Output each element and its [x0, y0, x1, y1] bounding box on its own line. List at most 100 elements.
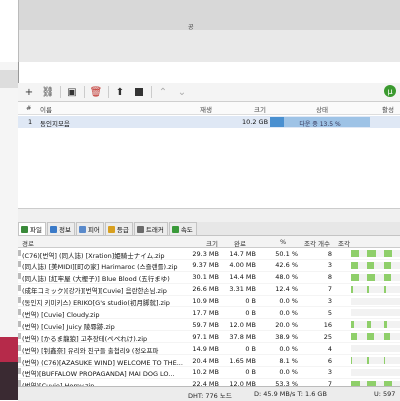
file-icon [18, 285, 21, 292]
blurred-background [0, 0, 400, 30]
file-pct: 42.6 % [275, 261, 298, 270]
piece-segment [351, 261, 358, 269]
piece-segment [367, 261, 375, 269]
file-row[interactable]: (번역) [かるま龍狼] 고추장테(ぺぺれけ).zip 97.1 MB 37.8 M… [18, 331, 400, 344]
tab-4[interactable]: 트래커 [133, 222, 168, 235]
col-pieces[interactable]: 조각 개수 [304, 238, 330, 248]
tab-icon [136, 225, 144, 233]
file-icon [18, 308, 21, 315]
file-row[interactable]: (同人誌) [紅牢屋 (大樫子)] Blue Blood (五行まゆ) 30.1 … [18, 272, 400, 284]
file-pct: 0.0 % [279, 368, 298, 377]
trash-icon: 🗑 [89, 86, 103, 98]
piece-segment [383, 285, 386, 293]
file-pieces: 6 [327, 356, 332, 365]
tab-label: 등급 [116, 226, 129, 234]
file-piece-bar [351, 345, 400, 353]
file-name: (成年コミック)[강가][번역][Cuvie] 음란한손님.zip [22, 287, 167, 296]
file-pct: 0.0 % [279, 308, 298, 317]
piece-segment [383, 321, 387, 329]
window-title: 공 [188, 24, 194, 31]
tab-icon [49, 225, 57, 233]
file-piece-bar [351, 261, 400, 269]
file-size: 30.1 MB [192, 273, 219, 282]
file-row[interactable]: (동인지 키미키스) ERIKO[G's studio(初月脚就].zip 10.… [18, 296, 400, 308]
file-pct: 8.1 % [279, 356, 298, 365]
col-size[interactable]: 크기 [254, 104, 266, 114]
col-seeds[interactable]: 재생 [200, 104, 212, 114]
utorrent-status-icon[interactable]: μ [384, 85, 396, 97]
file-pct: 48.0 % [275, 273, 298, 282]
tab-0[interactable]: 파일 [18, 222, 46, 235]
move-down-button[interactable]: ⌄ [174, 84, 190, 100]
tab-icon [171, 225, 179, 233]
file-done: 3.31 MB [229, 285, 256, 294]
file-icon [18, 249, 21, 256]
download-status: D: 45.9 MB/s T: 1.6 GB [254, 390, 327, 398]
piece-segment [351, 273, 359, 281]
file-icon [18, 320, 21, 327]
col-name[interactable]: 이름 [40, 104, 52, 114]
file-size: 59.7 MB [192, 320, 219, 329]
file-row[interactable]: (번역)[BUFFALOW PROPAGANDA] MAI DOG LO... 1… [18, 367, 400, 379]
torrent-list-header: # 이름 재생 크기 상태 활성 [18, 102, 400, 115]
file-size: 14.9 MB [192, 344, 219, 353]
file-list: 경로 크기 완료 % 조각 개수 조각 (C76)[번역] (同人誌) [Xra… [18, 236, 400, 386]
col-chunks[interactable]: 조각 [338, 238, 350, 248]
piece-segment [367, 357, 369, 365]
toolbar-separator [108, 86, 109, 98]
file-icon [18, 261, 21, 268]
file-rows: (C76)[번역] (同人誌) [Xration]姫騎士ナイム.zip 29.3 … [18, 248, 400, 386]
tab-icon [21, 225, 28, 233]
link-icon: ⛓ [41, 86, 55, 98]
col-path[interactable]: 경로 [22, 238, 34, 248]
file-row[interactable]: (成年コミック)[강가][번역][Cuvie] 음란한손님.zip 26.6 MB… [18, 284, 400, 296]
piece-segment [367, 250, 376, 257]
piece-segment [351, 333, 358, 341]
file-name: (同人誌) [紅牢屋 (大樫子)] Blue Blood (五行まゆ) [22, 275, 170, 284]
file-row[interactable]: (同人誌) [美MIDI][町の家] Harimaroc (스즐랜를).zip 9… [18, 260, 400, 272]
file-row[interactable]: (번역) [Cuvie] Cloudy.zip 17.7 MB 0 B 0.0 % 5 [18, 307, 400, 320]
tab-label: 피어 [87, 226, 100, 234]
file-name: (번역) [かるま龍狼] 고추장테(ぺぺれけ).zip [22, 334, 148, 343]
create-torrent-button[interactable]: ▣ [64, 84, 80, 100]
tab-label: 속도 [180, 226, 193, 234]
col-num[interactable]: # [26, 104, 31, 112]
file-pieces: 3 [327, 261, 332, 270]
torrent-row[interactable]: 1 동인지모음 10.2 GB 다운 중 13.5 % [18, 116, 400, 128]
col-status[interactable]: 상태 [316, 104, 328, 114]
add-torrent-button[interactable]: + [21, 84, 37, 100]
torrent-status: 다운 중 13.5 % [299, 121, 341, 128]
col-file-size[interactable]: 크기 [206, 238, 218, 248]
col-pct[interactable]: % [280, 238, 286, 246]
main-toolbar: + ⛓ ▣ 🗑 ⬆ ⌃ ⌄ μ [18, 83, 400, 102]
file-row[interactable]: (C76)[번역] (同人誌) [Xration]姫騎士ナイム.zip 29.3 … [18, 248, 400, 260]
toolbar-separator [84, 86, 85, 98]
file-icon [18, 273, 21, 280]
file-row[interactable]: (번역) (C76)[AZASUKE WIND] WELCOME TO THE.… [18, 355, 400, 367]
tab-2[interactable]: 피어 [75, 222, 104, 235]
torrent-list: # 이름 재생 크기 상태 활성 1 동인지모음 10.2 GB 다운 중 13… [18, 102, 400, 208]
file-piece-bar [351, 273, 400, 281]
col-peers[interactable]: 활성 [382, 104, 394, 114]
tab-5[interactable]: 속도 [168, 222, 197, 235]
tab-3[interactable]: 등급 [104, 222, 133, 235]
file-piece-bar [351, 333, 400, 341]
torrent-progress-bar: 다운 중 13.5 % [270, 117, 370, 128]
file-row[interactable]: (번역) [钊鑫奈] 유리와 친구들 출첩리9 (정오프파 14.9 MB 0 B 0… [18, 343, 400, 356]
add-link-button[interactable]: ⛓ [40, 84, 56, 100]
file-row[interactable]: (번역)[Cuvie] Horny.zip22.4 MB12.0 MB53.3 … [18, 379, 400, 386]
file-icon [18, 344, 21, 351]
piece-segment [351, 285, 354, 293]
file-size: 9.37 MB [192, 261, 219, 270]
start-button[interactable]: ⬆ [112, 84, 128, 100]
file-pieces: 16 [323, 320, 332, 329]
piece-segment [383, 261, 391, 269]
file-row[interactable]: (번역) [Cuvie] Juicy 陵辱跡.zip 59.7 MB 12.0 MB… [18, 319, 400, 332]
stop-button[interactable] [131, 84, 147, 100]
tab-1[interactable]: 정보 [46, 222, 75, 235]
col-done[interactable]: 완료 [234, 238, 246, 248]
stop-icon [135, 88, 143, 96]
piece-segment [367, 321, 371, 329]
move-up-button[interactable]: ⌃ [155, 84, 171, 100]
remove-button[interactable]: 🗑 [88, 84, 104, 100]
